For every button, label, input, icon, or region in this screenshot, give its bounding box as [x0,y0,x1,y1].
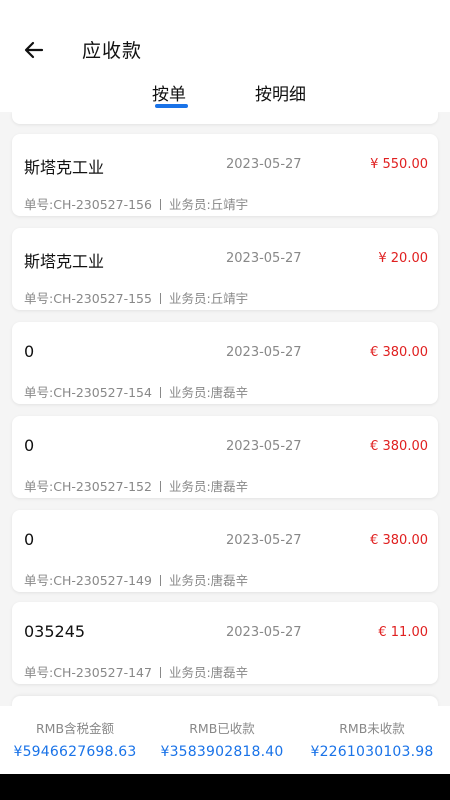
order-date: 2023-05-27 [226,157,302,172]
customer-name: 0 [24,436,35,455]
system-nav-bar [0,774,450,800]
salesperson: 业务员:丘靖宇 [168,197,249,212]
order-date: 2023-05-27 [226,625,302,640]
total-amount-label: RMB含税金额 [35,721,115,736]
divider [159,575,161,586]
order-date: 2023-05-27 [226,345,302,360]
customer-name: 035245 [24,622,86,641]
list-item[interactable]: 0 2023-05-27 € 380.00 单号:CH-230527-152 业务… [12,416,438,498]
order-meta: 单号:CH-230527-152 业务员:唐磊辛 [24,476,248,495]
order-date: 2023-05-27 [226,439,302,454]
outstanding-value: ¥2261030103.98 [310,744,434,760]
order-amount: € 380.00 [370,533,428,548]
order-number: 单号:CH-230527-154 [24,385,152,400]
divider [159,481,161,492]
back-arrow-icon[interactable] [22,38,46,62]
outstanding-column: RMB未收款 ¥2261030103.98 [297,718,447,760]
total-amount-column: RMB含税金额 ¥5946627698.63 [0,718,150,760]
list-item[interactable]: 斯塔克工业 2023-05-27 ¥ 550.00 单号:CH-230527-1… [12,134,438,216]
divider [159,199,161,210]
page-title: 应收款 [82,40,143,62]
outstanding-label: RMB未收款 [339,721,405,736]
salesperson: 业务员:唐磊辛 [168,573,249,588]
customer-name: 0 [24,530,35,549]
customer-name: 0 [24,342,35,361]
customer-name: 斯塔克工业 [24,158,105,177]
tab-by-detail[interactable]: 按明细 [255,80,306,105]
order-meta: 单号:CH-230527-147 业务员:唐磊辛 [24,662,248,681]
tab-by-order[interactable]: 按单 [152,80,186,105]
customer-name: 斯塔克工业 [24,252,105,271]
received-value: ¥3583902818.40 [160,744,284,760]
order-number: 单号:CH-230527-156 [24,197,152,212]
total-amount-value: ¥5946627698.63 [13,744,137,760]
list-item[interactable]: 0 2023-05-27 € 380.00 单号:CH-230527-149 业务… [12,510,438,592]
divider [159,387,161,398]
receivables-list[interactable]: 斯塔克工业 2023-05-27 ¥ 550.00 单号:CH-230527-1… [0,112,450,706]
app-header: 应收款 按单 按明细 [0,0,450,120]
order-meta: 单号:CH-230527-149 业务员:唐磊辛 [24,570,248,589]
list-item[interactable]: 0 2023-05-27 € 380.00 单号:CH-230527-154 业务… [12,322,438,404]
totals-summary: RMB含税金额 ¥5946627698.63 RMB已收款 ¥358390281… [0,706,450,774]
salesperson: 业务员:丘靖宇 [168,291,249,306]
partial-list-item [12,696,438,706]
list-item[interactable]: 斯塔克工业 2023-05-27 ¥ 20.00 单号:CH-230527-15… [12,228,438,310]
received-label: RMB已收款 [189,721,255,736]
order-amount: ¥ 20.00 [378,251,428,266]
order-amount: € 380.00 [370,439,428,454]
divider [159,293,161,304]
order-date: 2023-05-27 [226,251,302,266]
order-amount: € 380.00 [370,345,428,360]
list-item[interactable]: 035245 2023-05-27 € 11.00 单号:CH-230527-1… [12,602,438,684]
order-number: 单号:CH-230527-149 [24,573,152,588]
received-column: RMB已收款 ¥3583902818.40 [147,718,297,760]
order-amount: ¥ 550.00 [370,157,428,172]
salesperson: 业务员:唐磊辛 [168,385,249,400]
order-number: 单号:CH-230527-152 [24,479,152,494]
order-number: 单号:CH-230527-155 [24,291,152,306]
order-meta: 单号:CH-230527-154 业务员:唐磊辛 [24,382,248,401]
salesperson: 业务员:唐磊辛 [168,479,249,494]
order-number: 单号:CH-230527-147 [24,665,152,680]
order-amount: € 11.00 [378,625,428,640]
order-meta: 单号:CH-230527-155 业务员:丘靖宇 [24,288,248,307]
divider [159,667,161,678]
salesperson: 业务员:唐磊辛 [168,665,249,680]
order-date: 2023-05-27 [226,533,302,548]
partial-list-item [12,112,438,124]
active-tab-indicator [155,104,188,108]
order-meta: 单号:CH-230527-156 业务员:丘靖宇 [24,194,248,213]
